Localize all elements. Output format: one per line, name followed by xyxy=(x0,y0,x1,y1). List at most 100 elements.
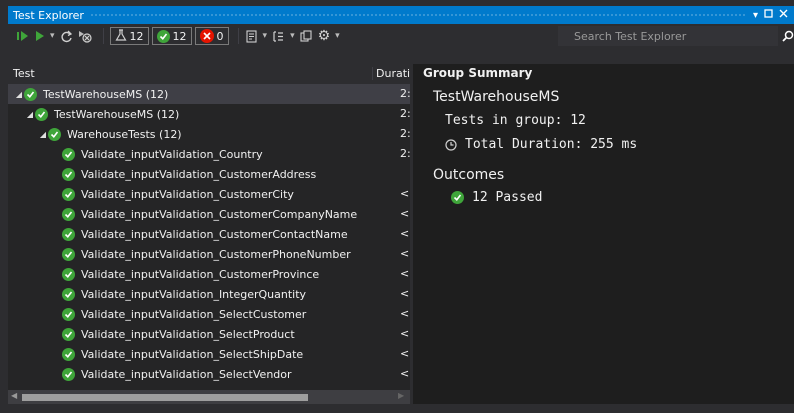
settings-gear-icon[interactable]: ⚙ xyxy=(318,27,331,45)
test-duration: < xyxy=(400,247,410,260)
group-by-dropdown-icon[interactable]: ▾ xyxy=(290,27,295,45)
passed-icon xyxy=(62,347,75,361)
flask-icon xyxy=(114,28,127,44)
passed-icon xyxy=(62,247,75,261)
passed-icon xyxy=(35,107,48,121)
outcomes-heading: Outcomes xyxy=(433,167,505,183)
passed-icon xyxy=(48,127,61,141)
tree-group-row[interactable]: ◢ WarehouseTests (12) 2: xyxy=(8,124,411,144)
test-name: Validate_inputValidation_SelectProduct xyxy=(81,327,295,341)
test-duration: < xyxy=(400,347,410,360)
passed-icon xyxy=(62,227,75,241)
title-grip xyxy=(89,13,747,18)
close-icon[interactable] xyxy=(779,9,788,21)
passed-outcome[interactable]: 12 Passed xyxy=(451,190,542,205)
test-name: Validate_inputValidation_SelectShipDate xyxy=(81,347,304,361)
passed-icon xyxy=(24,87,37,101)
maximize-icon[interactable] xyxy=(764,9,773,21)
playlist-dropdown-icon[interactable]: ▾ xyxy=(263,27,268,45)
test-name: Validate_inputValidation_CustomerProvinc… xyxy=(81,267,320,281)
test-duration: < xyxy=(400,207,410,220)
search-input[interactable]: Search Test Explorer xyxy=(558,26,778,46)
test-name: Validate_inputValidation_Country xyxy=(81,147,263,161)
repeat-run-icon[interactable] xyxy=(60,27,73,45)
test-duration: < xyxy=(400,327,410,340)
passed-icon xyxy=(156,29,170,43)
cancel-run-icon[interactable] xyxy=(78,27,92,45)
test-name: Validate_inputValidation_CustomerAddress xyxy=(81,167,317,181)
test-name: Validate_inputValidation_SelectCustomer xyxy=(81,307,307,321)
run-icon[interactable] xyxy=(35,27,45,45)
expand-arrow-icon[interactable]: ◢ xyxy=(14,90,24,99)
passed-icon xyxy=(62,287,75,301)
passed-icon xyxy=(451,191,464,204)
scrollbar-thumb[interactable] xyxy=(22,394,308,401)
test-duration: < xyxy=(400,287,410,300)
test-row[interactable]: Validate_inputValidation_CustomerAddress xyxy=(8,164,410,184)
toolbar: ▾ 12 12 0 ▾ ▾ ⚙ ▾ Search Test Explorer xyxy=(8,24,794,48)
test-row[interactable]: Validate_inputValidation_SelectShipDate < xyxy=(8,344,410,364)
settings-dropdown-icon[interactable]: ▾ xyxy=(335,27,340,45)
passed-icon xyxy=(62,167,75,181)
test-name: Validate_inputValidation_IntegerQuantity xyxy=(81,287,307,301)
test-row[interactable]: Validate_inputValidation_CustomerContact… xyxy=(8,224,410,244)
search-icon[interactable]: ▾ xyxy=(779,26,794,46)
passed-tests-filter[interactable]: 12 xyxy=(151,27,192,45)
test-row[interactable]: Validate_inputValidation_Country 2: xyxy=(8,144,411,164)
test-row[interactable]: Validate_inputValidation_CustomerCity < xyxy=(8,184,410,204)
test-duration: < xyxy=(400,187,410,200)
passed-icon xyxy=(62,367,75,381)
test-row[interactable]: Validate_inputValidation_IntegerQuantity… xyxy=(8,284,410,304)
horizontal-scrollbar[interactable]: ◀ ▶ xyxy=(8,390,410,404)
test-name: Validate_inputValidation_CustomerCompany… xyxy=(81,207,358,221)
clock-icon xyxy=(445,138,457,151)
window-title: Test Explorer xyxy=(13,8,84,22)
title-bar[interactable]: Test Explorer ▾ xyxy=(8,6,794,24)
passed-icon xyxy=(62,147,75,161)
test-name: WarehouseTests (12) xyxy=(67,127,182,141)
dropdown-icon[interactable]: ▾ xyxy=(753,10,758,21)
column-duration-header[interactable]: Duratic xyxy=(372,67,410,80)
test-name: Validate_inputValidation_CustomerCity xyxy=(81,187,294,201)
test-row[interactable]: Validate_inputValidation_CustomerCompany… xyxy=(8,204,410,224)
test-duration: < xyxy=(400,267,410,280)
tree-group-row[interactable]: ◢ TestWarehouseMS (12) 2: xyxy=(8,104,411,124)
test-duration: < xyxy=(400,367,410,380)
test-explorer-window: Test Explorer ▾ ▾ 12 12 0 ▾ ▾ ⚙ ▾ Search… xyxy=(0,0,794,413)
test-row[interactable]: Validate_inputValidation_CustomerProvinc… xyxy=(8,264,410,284)
test-row[interactable]: Validate_inputValidation_SelectProduct < xyxy=(8,324,410,344)
group-name: TestWarehouseMS xyxy=(433,89,560,105)
passed-icon xyxy=(62,307,75,321)
expand-arrow-icon[interactable]: ◢ xyxy=(38,130,48,139)
test-row[interactable]: Validate_inputValidation_SelectCustomer < xyxy=(8,304,410,324)
expand-arrow-icon[interactable]: ◢ xyxy=(25,110,35,119)
test-name: TestWarehouseMS (12) xyxy=(54,107,180,121)
run-all-icon[interactable] xyxy=(16,27,30,45)
playlist-icon[interactable] xyxy=(245,27,258,45)
summary-heading: Group Summary xyxy=(423,66,533,80)
test-name: Validate_inputValidation_CustomerPhoneNu… xyxy=(81,247,351,261)
test-name: TestWarehouseMS (12) xyxy=(43,87,169,101)
test-row[interactable]: Validate_inputValidation_SelectVendor < xyxy=(8,364,410,384)
total-duration: Total Duration: 255 ms xyxy=(445,137,637,152)
run-dropdown-icon[interactable]: ▾ xyxy=(50,27,55,45)
passed-icon xyxy=(62,267,75,281)
column-header: Test Duratic xyxy=(8,64,410,84)
group-summary-pane: Group Summary TestWarehouseMS Tests in g… xyxy=(413,64,794,404)
test-name: Validate_inputValidation_CustomerContact… xyxy=(81,227,348,241)
group-by-icon[interactable] xyxy=(272,27,285,45)
failed-tests-filter[interactable]: 0 xyxy=(194,27,229,45)
passed-icon xyxy=(62,187,75,201)
scroll-left-icon[interactable]: ◀ xyxy=(11,391,17,400)
scroll-right-icon[interactable]: ▶ xyxy=(398,391,404,400)
total-tests-filter[interactable]: 12 xyxy=(109,27,149,45)
tree-group-row[interactable]: ◢ TestWarehouseMS (12) 2: xyxy=(8,84,411,104)
test-name: Validate_inputValidation_SelectVendor xyxy=(81,367,292,381)
column-test-header[interactable]: Test xyxy=(13,67,35,80)
passed-icon xyxy=(62,327,75,341)
failed-icon xyxy=(199,29,214,43)
copy-icon[interactable] xyxy=(300,27,313,45)
test-row[interactable]: Validate_inputValidation_CustomerPhoneNu… xyxy=(8,244,410,264)
test-duration: < xyxy=(400,307,410,320)
test-duration: < xyxy=(400,227,410,240)
